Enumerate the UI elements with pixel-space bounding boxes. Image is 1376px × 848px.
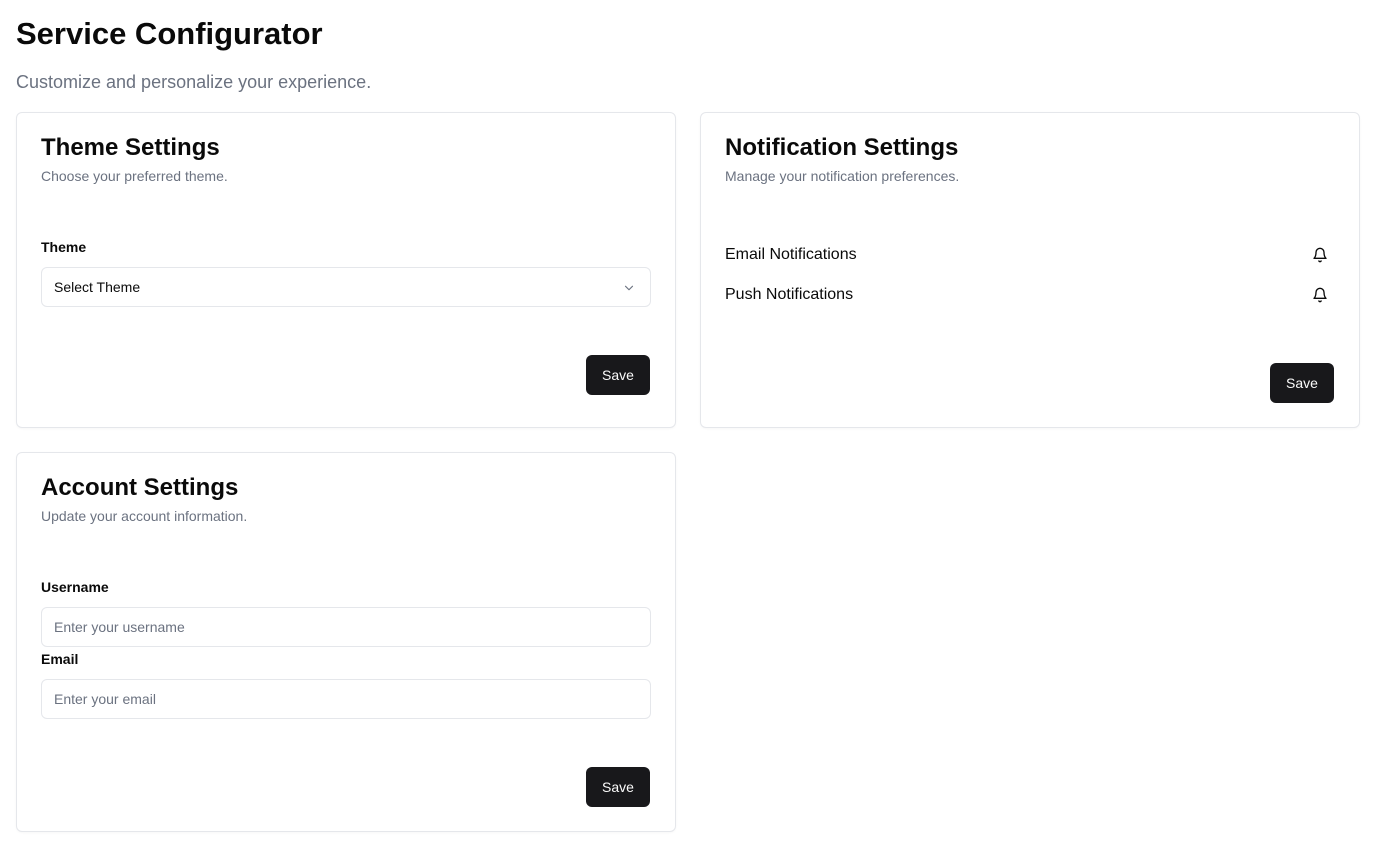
- theme-select[interactable]: Select Theme: [41, 267, 651, 307]
- notification-settings-card: Notification Settings Manage your notifi…: [700, 112, 1360, 428]
- email-notifications-label: Email Notifications: [725, 246, 857, 263]
- account-settings-card: Account Settings Update your account inf…: [16, 452, 676, 832]
- push-notifications-label: Push Notifications: [725, 286, 854, 303]
- theme-save-button[interactable]: Save: [586, 355, 650, 395]
- username-field-label: Username: [41, 579, 109, 595]
- theme-card-description: Choose your preferred theme.: [41, 168, 228, 184]
- email-notifications-row: Email Notifications: [725, 243, 1335, 267]
- account-card-description: Update your account information.: [41, 508, 248, 524]
- theme-card-title: Theme Settings: [41, 134, 220, 161]
- notification-save-button[interactable]: Save: [1270, 363, 1334, 403]
- notification-card-title: Notification Settings: [725, 134, 959, 161]
- bell-icon[interactable]: [1312, 247, 1328, 263]
- theme-field-label: Theme: [41, 239, 87, 255]
- theme-select-value: Select Theme: [54, 279, 141, 295]
- page-subtitle: Customize and personalize your experienc…: [16, 72, 372, 92]
- account-save-button[interactable]: Save: [586, 767, 650, 807]
- page: Service Configurator Customize and perso…: [0, 0, 1376, 848]
- notification-card-description: Manage your notification preferences.: [725, 168, 960, 184]
- username-input[interactable]: [41, 607, 651, 647]
- email-input[interactable]: [41, 679, 651, 719]
- push-notifications-row: Push Notifications: [725, 283, 1335, 307]
- page-title: Service Configurator: [16, 16, 323, 51]
- account-card-title: Account Settings: [41, 474, 239, 501]
- email-field-label: Email: [41, 651, 79, 667]
- chevron-down-icon: [624, 285, 634, 291]
- bell-icon[interactable]: [1312, 287, 1328, 303]
- theme-settings-card: Theme Settings Choose your preferred the…: [16, 112, 676, 428]
